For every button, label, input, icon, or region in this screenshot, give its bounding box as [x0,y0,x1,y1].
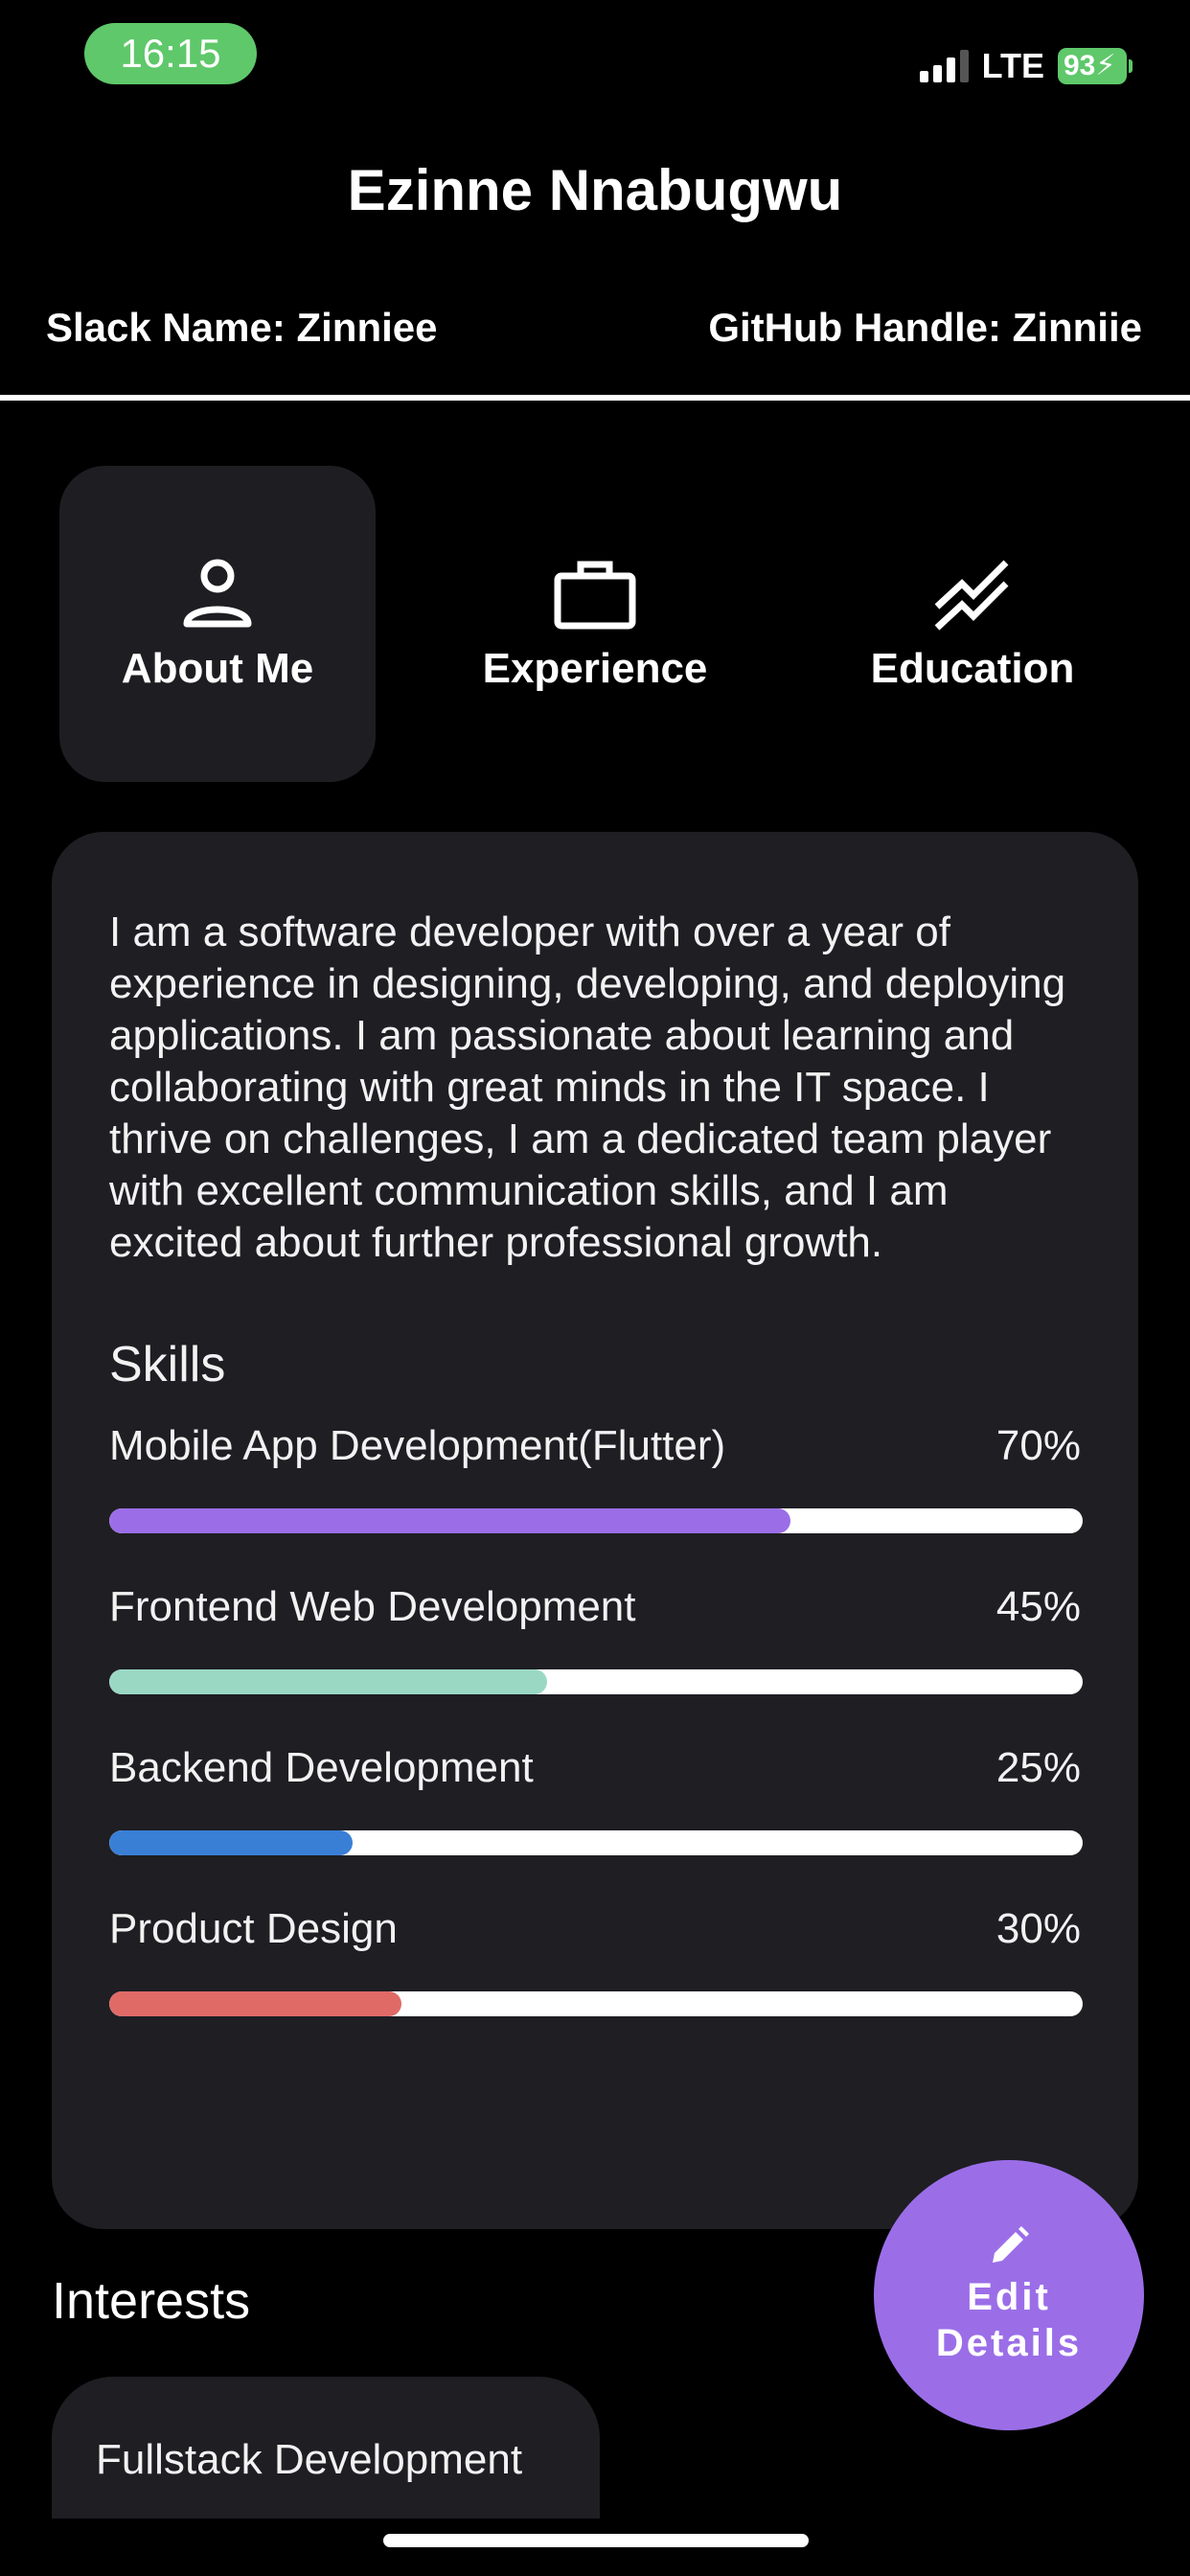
battery-level: 93 [1064,50,1096,81]
edit-label-line2: Details [935,2322,1083,2364]
skill-item: Product Design 30% [109,1905,1083,2016]
skill-percent: 30% [995,1905,1081,1952]
github-handle: GitHub Handle: Zinniie [708,305,1142,350]
edit-label-line1: Edit [967,2276,1051,2318]
skill-item: Mobile App Development(Flutter) 70% [109,1422,1083,1533]
pencil-icon [993,2226,1029,2263]
skill-percent: 25% [995,1744,1081,1791]
edit-details-button[interactable]: Edit Details [874,2160,1144,2430]
tab-label: About Me [121,645,314,692]
skill-name: Backend Development [109,1744,534,1791]
about-card: I am a software developer with over a ye… [52,832,1138,2229]
skill-progress-bar [109,1508,1083,1533]
tab-label: Education [870,645,1075,692]
interests-title: Interests [52,2272,251,2330]
skill-name: Product Design [109,1905,398,1952]
skill-progress-fill [109,1669,548,1694]
trend-icon [934,560,1009,631]
skill-percent: 45% [995,1583,1081,1630]
skill-progress-bar [109,1830,1083,1855]
briefcase-icon [554,561,636,630]
interest-chip: Fullstack Development [52,2377,600,2518]
home-indicator[interactable] [383,2534,809,2547]
skill-progress-fill [109,1508,791,1533]
status-indicators: LTE 93⚡ [919,42,1133,90]
skill-name: Frontend Web Development [109,1583,636,1630]
skill-progress-fill [109,1830,353,1855]
tab-experience[interactable]: Experience [437,466,753,782]
skill-progress-bar [109,1991,1083,2016]
skill-name: Mobile App Development(Flutter) [109,1422,726,1469]
skill-progress-fill [109,1991,401,2016]
slack-name: Slack Name: Zinniee [46,305,438,350]
profile-name: Ezinne Nnabugwu [347,158,843,222]
skills-title: Skills [109,1337,226,1392]
skill-item: Frontend Web Development 45% [109,1583,1083,1694]
signal-icon [919,50,969,82]
skill-item: Backend Development 25% [109,1744,1083,1855]
about-text: I am a software developer with over a ye… [109,908,1066,1266]
person-icon [183,559,252,628]
battery-icon: 93⚡ [1058,48,1133,84]
tab-label: Experience [482,645,708,692]
skill-percent: 70% [995,1422,1081,1469]
app-screen: 16:15 LTE 93⚡ Ezinne Nnabugwu Slack Name… [0,0,1190,2576]
status-time: 16:15 [84,23,257,84]
tab-about-me[interactable]: About Me [59,466,376,782]
skill-progress-bar [109,1669,1083,1694]
header-divider [0,395,1190,401]
tab-education[interactable]: Education [814,466,1131,782]
network-label: LTE [981,46,1044,85]
